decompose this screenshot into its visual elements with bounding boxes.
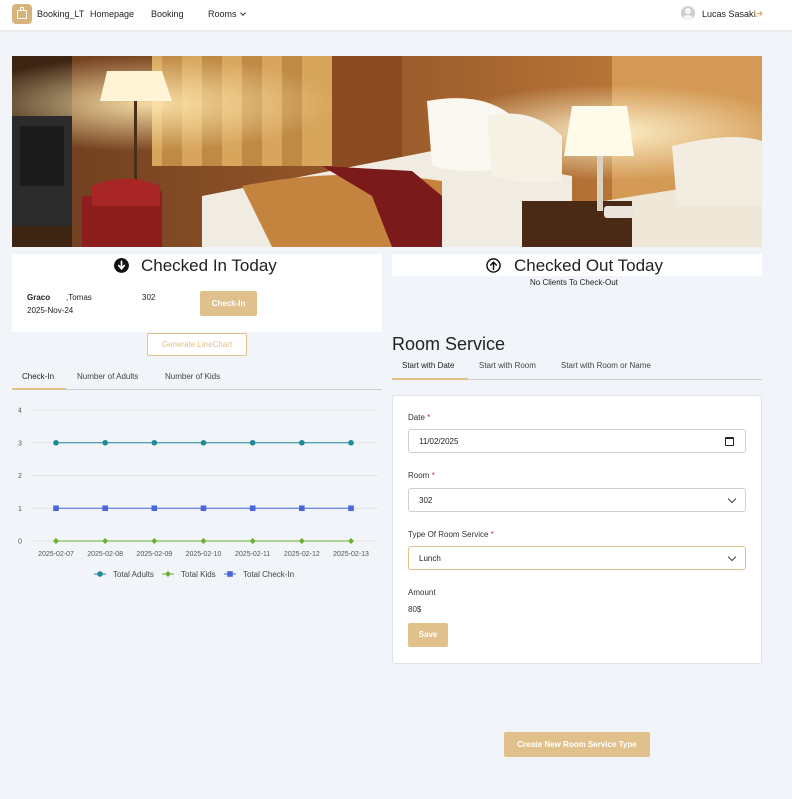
service-type-label: Type Of Room Service * [408,530,494,539]
date-label: Date * [408,413,431,422]
arrow-up-circle-icon [486,258,501,273]
briefcase-icon[interactable] [12,4,32,24]
data-point [151,439,158,446]
tab-start-with-room-or-name[interactable]: Start with Room or Name [561,361,651,370]
service-type-value: Lunch [419,554,441,563]
create-room-service-type-button[interactable]: Create New Room Service Type [504,732,650,757]
data-point [249,538,256,544]
legend-marker [165,571,171,577]
data-point [299,505,305,512]
y-tick-label: 0 [18,539,22,546]
brand-name[interactable]: Booking_LT [37,9,84,19]
checked-out-empty-message: No Clients To Check-Out [530,278,618,287]
data-point [102,505,108,512]
data-point [53,538,59,544]
data-point [53,439,59,446]
data-point [348,538,354,544]
data-point [249,439,256,446]
x-tick-label: 2025-02-10 [186,551,222,558]
service-type-select[interactable]: Lunch [408,546,746,570]
x-tick-label: 2025-02-11 [235,551,270,558]
guest-room-number: 302 [142,293,156,302]
nav-rooms[interactable]: Rooms [208,9,246,19]
tab-number-of-adults[interactable]: Number of Adults [77,372,138,381]
data-point [102,439,108,446]
y-tick-label: 3 [18,440,22,447]
x-tick-label: 2025-02-08 [87,551,123,558]
amount-label: Amount [408,588,436,597]
hotel-room-image [12,56,762,247]
room-service-title: Room Service [392,334,506,354]
tab-start-with-date[interactable]: Start with Date [402,361,454,370]
line-chart: 2025-02-07 2025-02-08 2025-02-09 2025-02-10… [18,408,378,579]
data-point [151,538,158,544]
data-point [200,439,207,446]
check-in-button[interactable]: Check-In [200,291,257,316]
data-point [348,439,354,446]
x-tick-label: 2025-02-13 [333,551,369,558]
data-point [53,505,59,512]
y-tick-label: 1 [18,506,22,513]
avatar[interactable] [681,6,695,20]
y-tick-label: 4 [18,408,22,415]
data-point [299,439,305,446]
room-value: 302 [419,496,433,505]
calendar-icon[interactable] [725,437,734,446]
tab-check-in[interactable]: Check-In [22,372,54,381]
date-field[interactable]: 11/02/2025 [408,429,746,453]
tab-number-of-kids[interactable]: Number of Kids [165,372,220,381]
save-button[interactable]: Save [408,623,448,647]
checked-in-title: Checked In Today [141,256,277,275]
nav-rooms-label: Rooms [208,9,237,19]
logout-icon[interactable] [754,9,763,18]
room-select[interactable]: 302 [408,488,746,512]
room-service-tab-active-indicator [392,378,468,380]
x-tick-label: 2025-02-12 [284,551,320,558]
x-tick-label: 2025-02-09 [136,551,172,558]
top-navbar: Booking_LT Homepage Booking Rooms Lucas … [0,0,792,30]
data-point [348,505,354,512]
checked-out-title: Checked Out Today [514,256,663,275]
tab-start-with-room[interactable]: Start with Room [479,361,536,370]
user-name[interactable]: Lucas Sasaki [702,9,756,19]
date-value: 11/02/2025 [419,437,459,446]
chevron-down-icon [727,552,737,562]
chart-tab-active-indicator [12,388,66,390]
room-label: Room * [408,471,435,480]
guest-first-name: ,Tomas [66,293,92,302]
chart-tabs-divider [12,389,382,390]
data-point [102,538,109,544]
y-tick-label: 2 [18,473,22,480]
amount-value: 80$ [408,605,422,614]
legend-marker [227,571,233,577]
data-point [298,538,305,544]
data-point [151,505,158,512]
legend-label: Total Adults [113,570,154,579]
chevron-down-icon [727,494,737,504]
nav-homepage[interactable]: Homepage [90,9,134,19]
chevron-down-icon [239,10,246,16]
legend-label: Total Kids [181,570,216,579]
data-point [200,538,207,544]
data-point [200,505,207,512]
nav-booking[interactable]: Booking [151,9,184,19]
legend-label: Total Check-In [243,570,294,579]
arrow-down-circle-icon [114,258,129,273]
guest-last-name: Graco [27,293,51,302]
data-point [249,505,256,512]
legend-marker [97,571,103,577]
x-tick-label: 2025-02-07 [38,551,74,558]
guest-date: 2025-Nov-24 [27,306,74,315]
generate-linechart-button[interactable]: Generate LineChart [147,333,247,356]
